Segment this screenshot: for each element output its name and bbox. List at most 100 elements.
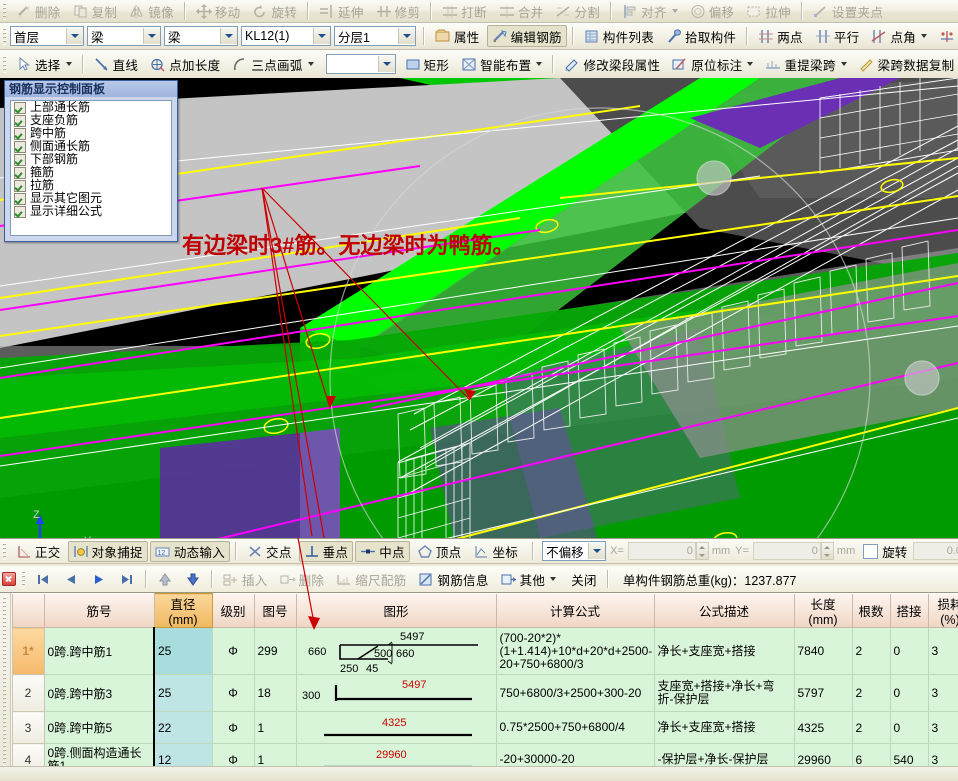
- chevron-down-icon[interactable]: [588, 543, 605, 559]
- rebar-length[interactable]: 4325: [794, 712, 852, 744]
- midpoint-snap-button[interactable]: 中点: [355, 541, 410, 562]
- chevron-down-icon[interactable]: [66, 62, 72, 66]
- trim-button[interactable]: 修剪: [371, 0, 426, 22]
- subcategory-combo[interactable]: 梁: [164, 26, 238, 46]
- checkbox-side-through-rebar[interactable]: [14, 141, 26, 153]
- horizontal-scrollbar[interactable]: [0, 766, 958, 781]
- point-length-button[interactable]: 点加长度: [145, 53, 225, 75]
- coordinate-button[interactable]: 坐标: [468, 541, 523, 562]
- checkbox-row[interactable]: 显示详细公式: [11, 205, 171, 218]
- layer-combo[interactable]: 分层1: [334, 26, 416, 46]
- rebar-shape[interactable]: 300 5497: [296, 675, 496, 712]
- mirror-button[interactable]: 镜像: [124, 0, 179, 22]
- rebar-grade[interactable]: Φ: [212, 628, 254, 675]
- checkbox-show-other-elements[interactable]: [14, 193, 26, 205]
- scale-rebar-button[interactable]: 缩尺配筋: [331, 568, 411, 590]
- checkbox-midspan-rebar[interactable]: [14, 128, 26, 140]
- checkbox-upper-through-rebar[interactable]: [14, 102, 26, 114]
- rebar-name[interactable]: 0跨.跨中筋1: [44, 628, 154, 675]
- insert-row-button[interactable]: 插入: [218, 568, 273, 590]
- rebar-loss[interactable]: 3: [928, 712, 958, 744]
- y-input[interactable]: 0: [753, 542, 821, 560]
- row-number[interactable]: 2: [12, 675, 44, 712]
- toolbar-grip[interactable]: [21, 570, 27, 588]
- chevron-down-icon[interactable]: [220, 28, 237, 44]
- table-row[interactable]: 2 0跨.跨中筋3 25 Φ 18 300 5497 750+6800/3+25…: [0, 675, 958, 712]
- chevron-down-icon[interactable]: [308, 62, 314, 66]
- smart-layout-button[interactable]: 智能布置: [456, 53, 547, 75]
- rotate-button[interactable]: 旋转: [247, 0, 302, 22]
- rebar-lap[interactable]: 0: [890, 628, 928, 675]
- rebar-loss[interactable]: 3: [928, 675, 958, 712]
- move-up-button[interactable]: [152, 568, 178, 590]
- delete-button[interactable]: 删除: [11, 0, 66, 22]
- floor-combo[interactable]: 首层: [10, 26, 84, 46]
- chevron-down-icon[interactable]: [143, 28, 160, 44]
- draw-style-combo[interactable]: [326, 54, 396, 74]
- col-rownum[interactable]: [12, 594, 44, 628]
- toolbar-grip[interactable]: [2, 2, 8, 20]
- rebar-lap[interactable]: 0: [890, 712, 928, 744]
- select-button[interactable]: 选择: [11, 53, 77, 75]
- chevron-down-icon[interactable]: [550, 577, 556, 581]
- rebar-figno[interactable]: 1: [254, 712, 296, 744]
- delete-row-button[interactable]: 删除: [275, 568, 330, 590]
- checkbox-tie-rebar[interactable]: [14, 180, 26, 192]
- perpendicular-snap-button[interactable]: 垂点: [299, 541, 354, 562]
- rebar-desc[interactable]: 净长+支座宽+搭接: [654, 628, 794, 675]
- re-extract-span-button[interactable]: 重提梁跨: [760, 53, 851, 75]
- chevron-down-icon[interactable]: [672, 9, 678, 13]
- rebar-shape[interactable]: 660 5497 500 660 250 45: [296, 628, 496, 675]
- dynamic-input-button[interactable]: 12 动态输入: [150, 541, 230, 562]
- chevron-down-icon[interactable]: [841, 62, 847, 66]
- category-combo[interactable]: 梁: [87, 26, 161, 46]
- line-button[interactable]: 直线: [89, 53, 144, 75]
- checkbox-bottom-rebar[interactable]: [14, 154, 26, 166]
- edit-beam-seg-button[interactable]: 修改梁段属性: [559, 53, 665, 75]
- prev-record-button[interactable]: [58, 568, 84, 590]
- checkbox-stirrup[interactable]: [14, 167, 26, 179]
- rebar-figno[interactable]: 299: [254, 628, 296, 675]
- merge-button[interactable]: 合并: [494, 0, 549, 22]
- toolbar-grip[interactable]: [2, 27, 8, 45]
- col-figno[interactable]: 图号: [254, 594, 296, 628]
- two-point-button[interactable]: 两点: [753, 25, 808, 47]
- toolbar-grip[interactable]: [2, 55, 8, 73]
- rebar-length[interactable]: 5797: [794, 675, 852, 712]
- intersection-snap-button[interactable]: 交点: [242, 541, 297, 562]
- row-number[interactable]: 3: [12, 712, 44, 744]
- component-combo[interactable]: KL12(1): [241, 26, 331, 46]
- col-formula[interactable]: 计算公式: [496, 594, 654, 628]
- move-down-button[interactable]: [180, 568, 206, 590]
- rebar-count[interactable]: 2: [852, 675, 890, 712]
- col-desc[interactable]: 公式描述: [654, 594, 794, 628]
- rebar-desc[interactable]: 支座宽+搭接+净长+弯折-保护层: [654, 675, 794, 712]
- chevron-down-icon[interactable]: [378, 56, 395, 72]
- split-button[interactable]: 分割: [550, 0, 605, 22]
- component-list-button[interactable]: 构件列表: [579, 25, 659, 47]
- properties-button[interactable]: 属性: [430, 25, 485, 47]
- rebar-desc[interactable]: 净长+支座宽+搭接: [654, 712, 794, 744]
- rebar-formula[interactable]: (700-20*2)*(1+1.414)+10*d+20*d+2500-20+7…: [496, 628, 654, 675]
- rebar-count[interactable]: 2: [852, 628, 890, 675]
- toolbar-grip[interactable]: [2, 542, 8, 560]
- col-length[interactable]: 长度(mm): [794, 594, 852, 628]
- rebar-name[interactable]: 0跨.跨中筋3: [44, 675, 154, 712]
- rebar-shape[interactable]: 4325: [296, 712, 496, 744]
- rebar-table-container[interactable]: 筋号 直径(mm) 级别 图号 图形 计算公式 公式描述 长度(mm) 根数 搭…: [0, 592, 958, 781]
- rebar-length[interactable]: 7840: [794, 628, 852, 675]
- x-spinner[interactable]: [696, 542, 709, 560]
- table-row[interactable]: 1* 0跨.跨中筋1 25 Φ 299 660 5497: [0, 628, 958, 675]
- col-name[interactable]: 筋号: [44, 594, 154, 628]
- col-loss[interactable]: 损耗(%): [928, 594, 958, 628]
- chevron-down-icon[interactable]: [66, 28, 83, 44]
- col-count[interactable]: 根数: [852, 594, 890, 628]
- other-button[interactable]: 其他: [496, 568, 562, 590]
- col-diameter[interactable]: 直径(mm): [154, 594, 212, 628]
- rebar-info-button[interactable]: 钢筋信息: [413, 568, 493, 590]
- rebar-formula[interactable]: 0.75*2500+750+6800/4: [496, 712, 654, 744]
- chevron-down-icon[interactable]: [398, 28, 415, 44]
- in-situ-label-button[interactable]: 原位标注: [667, 53, 758, 75]
- parallel-button[interactable]: 平行: [810, 25, 865, 47]
- align-button[interactable]: 对齐: [617, 0, 683, 22]
